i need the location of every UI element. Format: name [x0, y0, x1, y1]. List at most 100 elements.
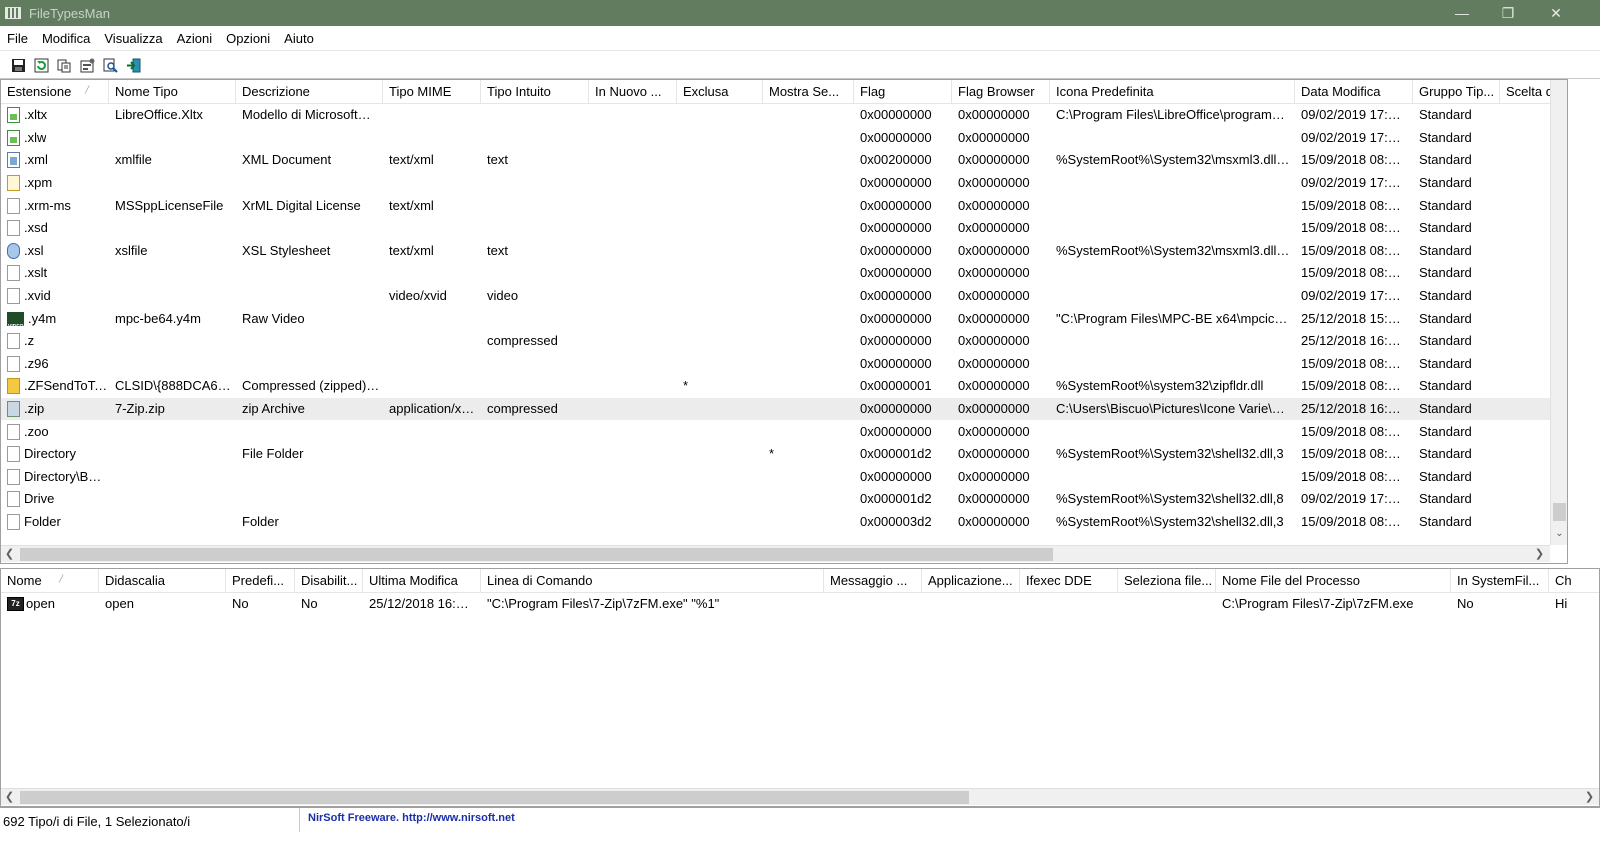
table-cell: %SystemRoot%\System32\msxml3.dll…	[1056, 152, 1290, 168]
file-file-icon	[7, 355, 20, 372]
table-row[interactable]: .xsd 0x00000000 0x00000000 15/09/2018 08:… S…	[1, 217, 1567, 240]
lower-hscroll-thumb[interactable]	[20, 791, 969, 804]
table-row[interactable]: Folder Folder 0x000003d2 0x00000000 %SystemR…	[1, 511, 1567, 534]
upper-vscroll-thumb[interactable]	[1553, 503, 1566, 521]
refresh-icon[interactable]	[33, 57, 49, 73]
cell-text: .xpm	[24, 175, 53, 191]
lower-horizontal-scrollbar[interactable]: ❮ ❯	[1, 788, 1599, 805]
upper-horizontal-scrollbar[interactable]: ❮ ❯	[1, 545, 1550, 562]
column-header-gruppo-tip[interactable]: Gruppo Tip...	[1413, 80, 1500, 104]
column-header-linea-di-comando[interactable]: Linea di Comando	[481, 569, 824, 593]
table-cell	[1118, 593, 1216, 615]
minimize-button[interactable]: —	[1439, 0, 1485, 26]
table-cell	[383, 353, 481, 375]
column-header-seleziona-file[interactable]: Seleziona file...	[1118, 569, 1216, 593]
column-header-data-modifica[interactable]: Data Modifica	[1295, 80, 1413, 104]
nirsoft-link[interactable]: NirSoft Freeware. http://www.nirsoft.net	[300, 808, 515, 833]
file-types-list[interactable]: Estensione ╱ Nome Tipo Descrizione Tipo MIME…	[0, 79, 1568, 564]
column-header-ifexec-dde[interactable]: Ifexec DDE	[1020, 569, 1118, 593]
table-row[interactable]: Drive 0x000001d2 0x00000000 %SystemRoot%\Sy…	[1, 488, 1567, 511]
table-cell: %SystemRoot%\System32\shell32.dll,3	[1056, 514, 1284, 530]
table-row[interactable]: .ZFSendToTa… CLSID\{888DCA6… Compressed (z…	[1, 375, 1567, 398]
table-cell	[1050, 330, 1295, 352]
save-icon[interactable]	[10, 57, 26, 73]
find-icon[interactable]	[102, 57, 118, 73]
table-cell-name: Drive	[1, 488, 109, 510]
column-header-descrizione[interactable]: Descrizione	[236, 80, 383, 104]
table-cell	[763, 217, 854, 239]
copy-icon[interactable]	[56, 57, 72, 73]
column-header-messaggio[interactable]: Messaggio ...	[824, 569, 922, 593]
column-header-disabilit[interactable]: Disabilit...	[295, 569, 363, 593]
table-cell	[236, 488, 383, 510]
table-row[interactable]: .y4m mpc-be64.y4m Raw Video 0x00000000 0x000…	[1, 307, 1567, 330]
column-header-in-nuovo[interactable]: In Nuovo ...	[589, 80, 677, 104]
table-row[interactable]: .xltx LibreOffice.Xltx Modello di Microsof…	[1, 104, 1567, 127]
table-row[interactable]: .xvid video/xvid video 0x00000000 0x00000000…	[1, 285, 1567, 308]
table-row[interactable]: .xsl xslfile XSL Stylesheet text/xml text 0x0…	[1, 240, 1567, 263]
table-cell: Standard	[1419, 446, 1472, 462]
menu-aiuto[interactable]: Aiuto	[277, 31, 321, 46]
column-header-estensione[interactable]: Estensione ╱	[1, 80, 109, 104]
scroll-right-icon[interactable]: ❯	[1531, 546, 1548, 563]
upper-hscroll-thumb[interactable]	[20, 548, 1053, 561]
table-row[interactable]: .xlw 0x00000000 0x00000000 09/02/2019 17:… S…	[1, 127, 1567, 150]
column-header-applicazione[interactable]: Applicazione...	[922, 569, 1020, 593]
menu-azioni[interactable]: Azioni	[170, 31, 219, 46]
scroll-left-icon[interactable]: ❮	[1, 546, 18, 563]
table-cell	[677, 353, 763, 375]
actions-list[interactable]: Nome ╱ Didascalia Predefi... Disabilit... Ult…	[0, 568, 1600, 807]
table-row[interactable]: .xrm-ms MSSppLicenseFile XrML Digital Lice…	[1, 194, 1567, 217]
column-header-tipo-mime[interactable]: Tipo MIME	[383, 80, 481, 104]
column-header-icona-predefinita[interactable]: Icona Predefinita	[1050, 80, 1295, 104]
table-row[interactable]: .z compressed 0x00000000 0x00000000 25/12/20…	[1, 330, 1567, 353]
column-header-nome-tipo[interactable]: Nome Tipo	[109, 80, 236, 104]
upper-vertical-scrollbar[interactable]: ⌄	[1550, 80, 1567, 545]
table-cell	[589, 488, 677, 510]
green-file-icon	[7, 107, 20, 124]
table-cell: 0x00000000	[958, 468, 1030, 484]
table-row[interactable]: .z96 0x00000000 0x00000000 15/09/2018 08:… S…	[1, 353, 1567, 376]
column-header-tipo-intuito[interactable]: Tipo Intuito	[481, 80, 589, 104]
column-header-nome-file-del-processo[interactable]: Nome File del Processo	[1216, 569, 1451, 593]
column-header-flag[interactable]: Flag	[854, 80, 952, 104]
column-header-exclusa[interactable]: Exclusa	[677, 80, 763, 104]
cell-text: Directory	[24, 446, 77, 462]
column-header-nome[interactable]: Nome ╱	[1, 569, 99, 593]
green-file-icon	[7, 129, 20, 146]
table-cell: 0x00000000	[958, 288, 1030, 304]
properties-icon[interactable]	[79, 57, 95, 73]
table-row-selected[interactable]: .zip 7-Zip.zip zip Archive application/x… co…	[1, 397, 1567, 421]
column-header-didascalia[interactable]: Didascalia	[99, 569, 226, 593]
table-cell-name: .zoo	[1, 421, 109, 443]
maximize-button[interactable]: ❐	[1485, 0, 1531, 26]
table-cell: application/x…	[389, 401, 475, 417]
table-row[interactable]: Directory File Folder * 0x000001d2 0x0000000…	[1, 443, 1567, 466]
table-row[interactable]: Directory\B… 0x00000000 0x00000000 15/09/20…	[1, 466, 1567, 489]
table-row[interactable]: .zoo 0x00000000 0x00000000 15/09/2018 08:… S…	[1, 420, 1567, 443]
close-button[interactable]: ✕	[1531, 0, 1581, 26]
column-header-ultima-modifica[interactable]: Ultima Modifica	[363, 569, 481, 593]
scroll-right-icon[interactable]: ❯	[1581, 789, 1598, 806]
table-cell	[763, 308, 854, 330]
menu-visualizza[interactable]: Visualizza	[97, 31, 169, 46]
column-header-flag-browser[interactable]: Flag Browser	[952, 80, 1050, 104]
table-cell	[383, 511, 481, 533]
table-cell: compressed	[487, 333, 558, 349]
scroll-left-icon[interactable]: ❮	[1, 789, 18, 806]
table-row[interactable]: .xpm 0x00000000 0x00000000 09/02/2019 17:… S…	[1, 172, 1567, 195]
menu-opzioni[interactable]: Opzioni	[219, 31, 277, 46]
table-cell: Standard	[1419, 310, 1472, 326]
menu-file[interactable]: File	[0, 31, 35, 46]
column-header-predefi[interactable]: Predefi...	[226, 569, 295, 593]
menu-modifica[interactable]: Modifica	[35, 31, 97, 46]
scroll-down-icon[interactable]: ⌄	[1551, 525, 1567, 542]
column-header-mostra-se[interactable]: Mostra Se...	[763, 80, 854, 104]
exit-icon[interactable]	[125, 57, 141, 73]
column-header-ch[interactable]: Ch	[1549, 569, 1599, 593]
table-row[interactable]: .xslt 0x00000000 0x00000000 15/09/2018 08:……	[1, 262, 1567, 285]
column-header-in-systemfil[interactable]: In SystemFil...	[1451, 569, 1549, 593]
table-row[interactable]: .xml xmlfile XML Document text/xml text 0x002…	[1, 149, 1567, 172]
table-cell-name: Directory	[1, 443, 109, 465]
table-row[interactable]: 7z open open No No 25/12/2018 16:… "C:\Program…	[1, 593, 1599, 616]
